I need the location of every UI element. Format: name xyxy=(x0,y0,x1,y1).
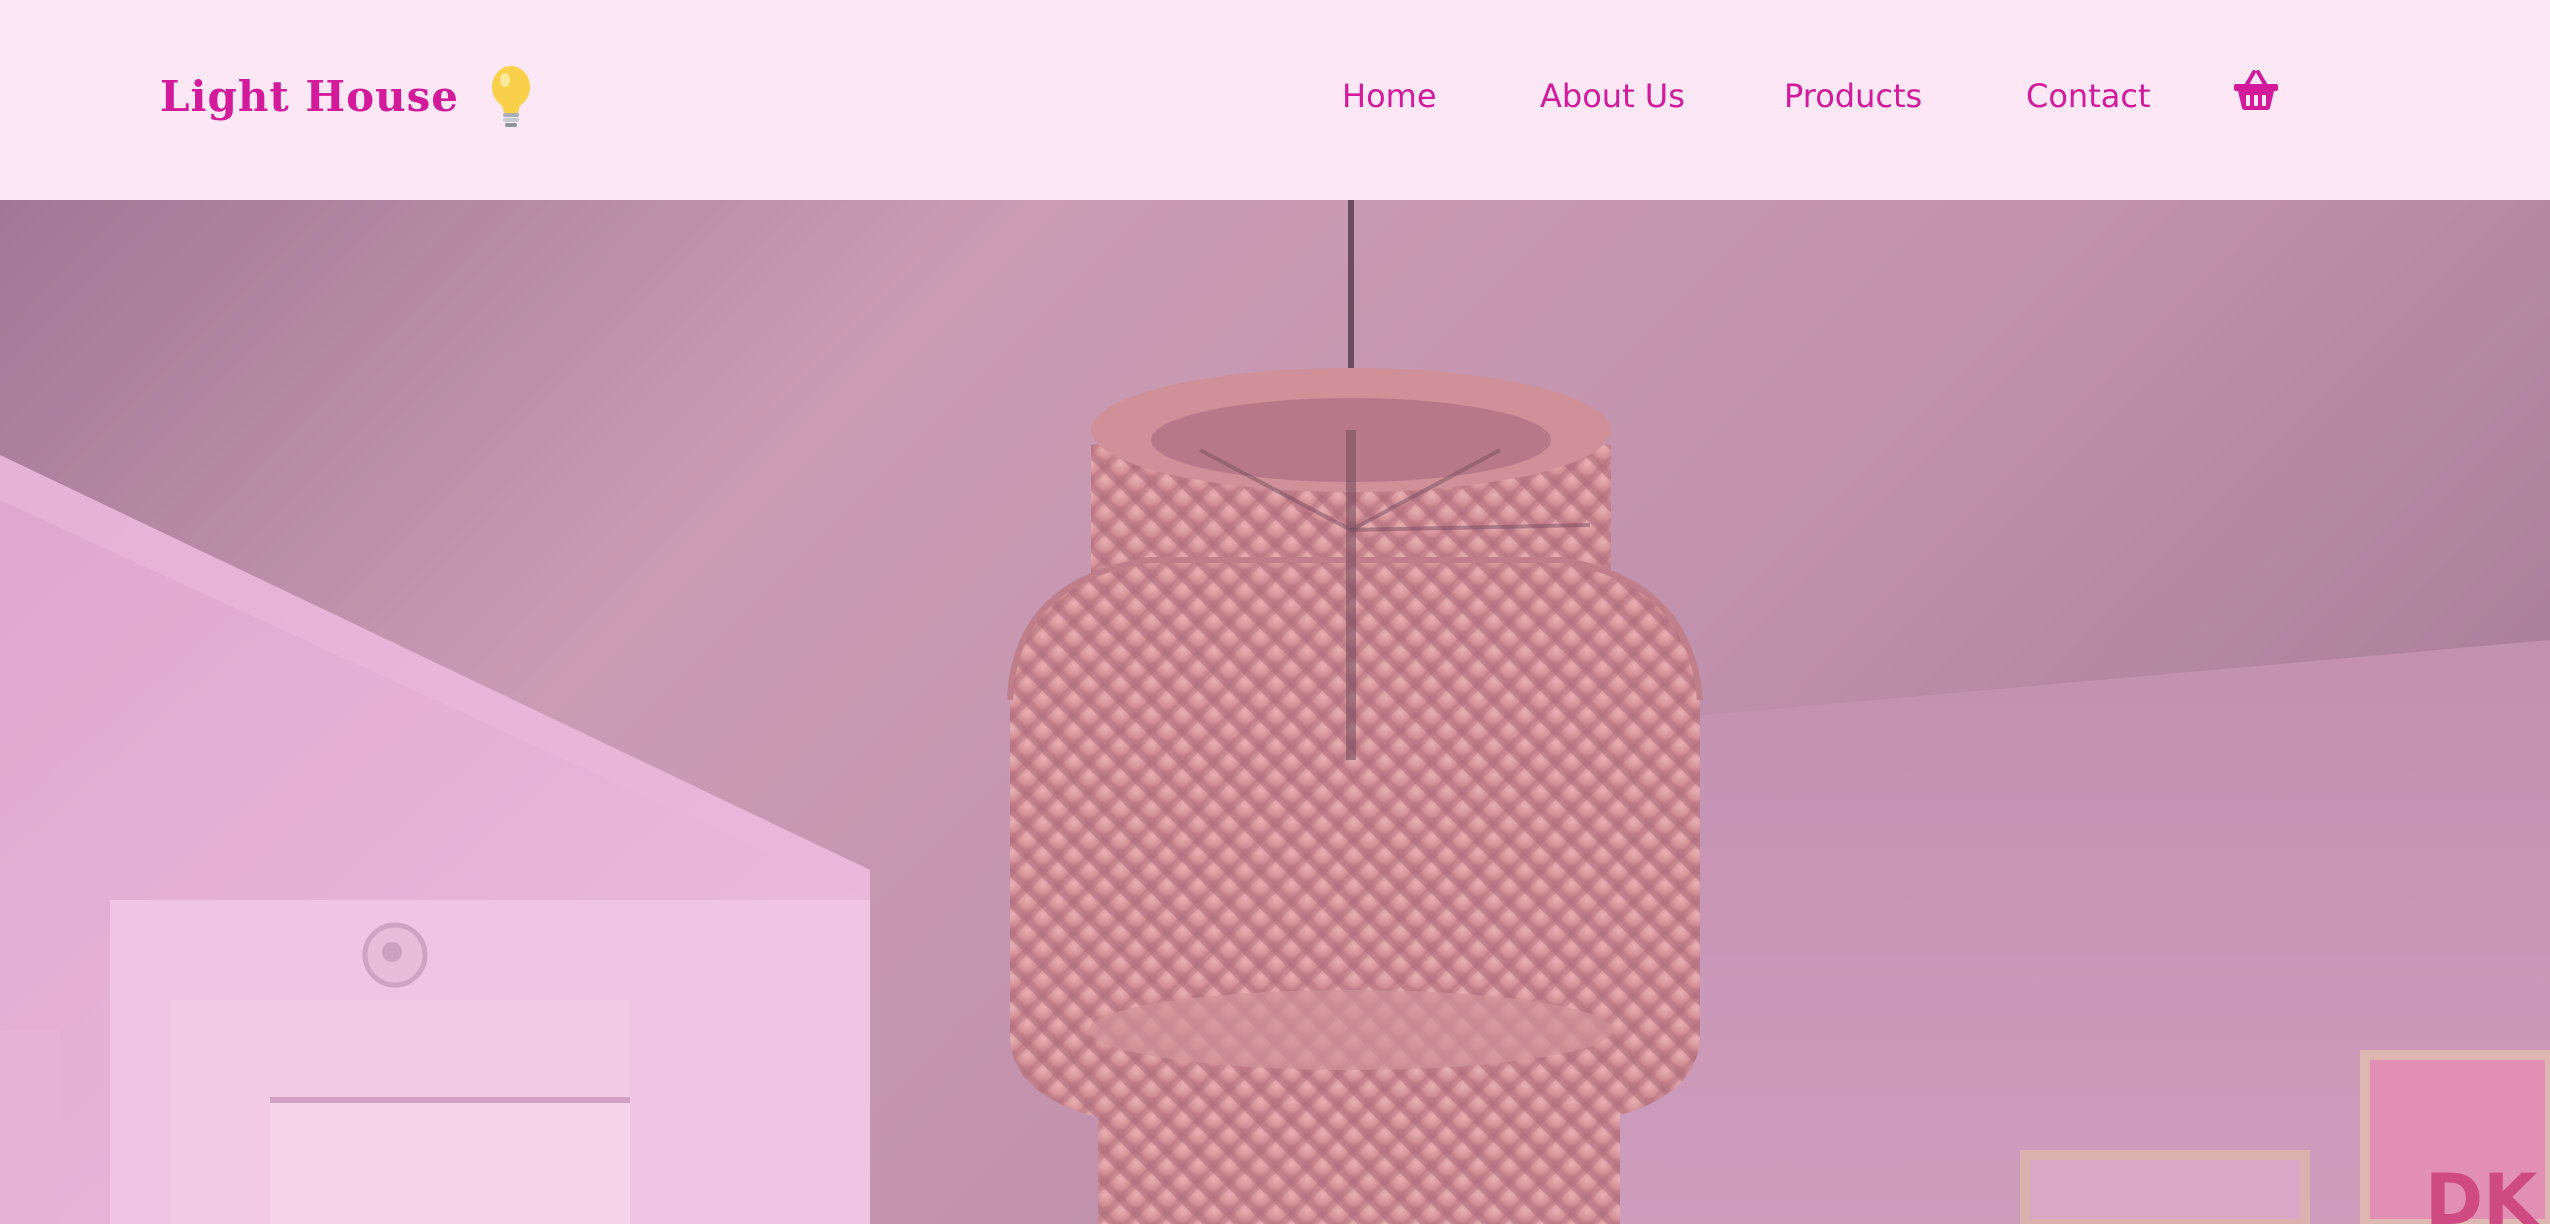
nav-products[interactable]: Products xyxy=(1784,66,1922,126)
shopping-basket-icon xyxy=(2234,70,2278,110)
pendant-lamp-photo: DK xyxy=(0,200,2550,1224)
nav-contact[interactable]: Contact xyxy=(2026,66,2151,126)
cart-button[interactable] xyxy=(2232,66,2280,114)
site-header: Light House Home About Us Products Conta… xyxy=(0,0,2550,200)
main-nav: Home About Us Products Contact xyxy=(0,66,2550,126)
nav-home[interactable]: Home xyxy=(1342,66,1437,126)
nav-about-us[interactable]: About Us xyxy=(1540,66,1685,126)
hero-image: DK xyxy=(0,200,2550,1224)
